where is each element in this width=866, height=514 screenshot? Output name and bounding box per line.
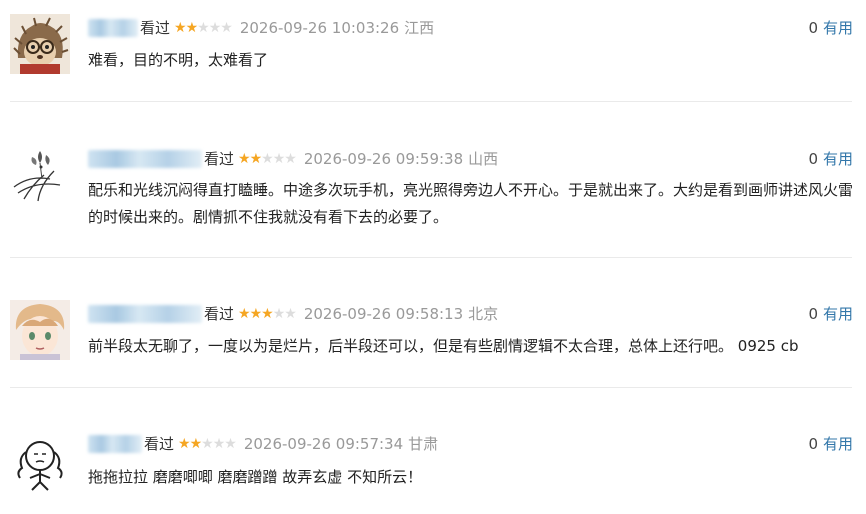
useful-vote: 0 有用 <box>808 16 853 40</box>
star-filled-icon: ★ <box>185 20 199 36</box>
star-filled-icon: ★ <box>189 436 203 452</box>
divider <box>10 101 852 102</box>
rating-stars: ★ ★ ★ ★ ★ <box>178 432 237 456</box>
review-time: 2026-09-26 10:03:26 <box>239 19 400 37</box>
star-empty-icon: ★ <box>212 436 226 452</box>
star-empty-icon: ★ <box>208 20 222 36</box>
review-content: 配乐和光线沉闷得直打瞌睡。中途多次玩手机，亮光照得旁边人不开心。于是就出来了。大… <box>88 181 854 226</box>
star-filled-icon: ★ <box>261 306 274 322</box>
useful-vote: 0 有用 <box>808 432 853 456</box>
review-meta: 看过 ★ ★ ★ ★ ★ 2026-09-26 09:57:34 甘肃 <box>88 432 438 456</box>
useful-button[interactable]: 有用 <box>823 19 853 37</box>
hedgehog-avatar-icon <box>10 14 70 74</box>
anime-avatar-icon <box>10 300 70 360</box>
username-redacted[interactable] <box>88 19 138 37</box>
username-redacted[interactable] <box>88 150 202 168</box>
useful-count: 0 <box>808 305 818 323</box>
review-meta: 看过 ★ ★ ★ ★ ★ 2026-09-26 09:58:13 北京 <box>88 302 498 326</box>
watched-label: 看过 <box>204 150 235 168</box>
useful-count: 0 <box>808 19 818 37</box>
star-empty-icon: ★ <box>272 306 286 322</box>
useful-count: 0 <box>808 150 818 168</box>
star-filled-icon: ★ <box>238 306 251 322</box>
star-empty-icon: ★ <box>261 151 274 167</box>
star-empty-icon: ★ <box>197 20 210 36</box>
star-filled-icon: ★ <box>178 436 191 452</box>
review-content: 难看，目的不明，太难看了 <box>88 51 269 69</box>
review-content: 拖拖拉拉 磨磨唧唧 磨磨蹭蹭 故弄玄虚 不知所云！ <box>88 468 423 486</box>
review-content: 前半段太无聊了，一度以为是烂片，后半段还可以，但是有些剧情逻辑不太合理，总体上还… <box>88 337 799 355</box>
review-region: 甘肃 <box>408 435 439 453</box>
useful-vote: 0 有用 <box>808 147 853 171</box>
review-region: 山西 <box>468 150 499 168</box>
star-empty-icon: ★ <box>284 151 297 167</box>
user-avatar[interactable] <box>10 300 70 360</box>
rating-stars: ★ ★ ★ ★ ★ <box>238 147 297 171</box>
username-redacted[interactable] <box>88 435 142 453</box>
review-region: 江西 <box>404 19 435 37</box>
star-empty-icon: ★ <box>272 151 286 167</box>
star-empty-icon: ★ <box>220 20 233 36</box>
star-filled-icon: ★ <box>249 306 263 322</box>
useful-button[interactable]: 有用 <box>823 435 853 453</box>
star-filled-icon: ★ <box>238 151 251 167</box>
star-filled-icon: ★ <box>174 20 187 36</box>
username-redacted[interactable] <box>88 305 202 323</box>
line-girl-avatar-icon <box>10 432 70 492</box>
divider <box>10 387 852 388</box>
watched-label: 看过 <box>140 19 171 37</box>
review-meta: 看过 ★ ★ ★ ★ ★ 2026-09-26 09:59:38 山西 <box>88 147 498 171</box>
review-time: 2026-09-26 09:57:34 <box>243 435 404 453</box>
useful-button[interactable]: 有用 <box>823 305 853 323</box>
user-avatar[interactable] <box>10 14 70 74</box>
user-avatar[interactable] <box>10 145 70 205</box>
useful-vote: 0 有用 <box>808 302 853 326</box>
star-filled-icon: ★ <box>249 151 263 167</box>
useful-count: 0 <box>808 435 818 453</box>
orchid-avatar-icon <box>10 145 70 205</box>
review-meta: 看过 ★ ★ ★ ★ ★ 2026-09-26 10:03:26 江西 <box>88 16 434 40</box>
useful-button[interactable]: 有用 <box>823 150 853 168</box>
rating-stars: ★ ★ ★ ★ ★ <box>238 302 297 326</box>
star-empty-icon: ★ <box>284 306 297 322</box>
user-avatar[interactable] <box>10 432 70 492</box>
review-time: 2026-09-26 09:58:13 <box>303 305 464 323</box>
divider <box>10 257 852 258</box>
watched-label: 看过 <box>204 305 235 323</box>
star-empty-icon: ★ <box>201 436 214 452</box>
rating-stars: ★ ★ ★ ★ ★ <box>174 16 233 40</box>
review-time: 2026-09-26 09:59:38 <box>303 150 464 168</box>
star-empty-icon: ★ <box>224 436 237 452</box>
review-region: 北京 <box>468 305 499 323</box>
watched-label: 看过 <box>144 435 175 453</box>
